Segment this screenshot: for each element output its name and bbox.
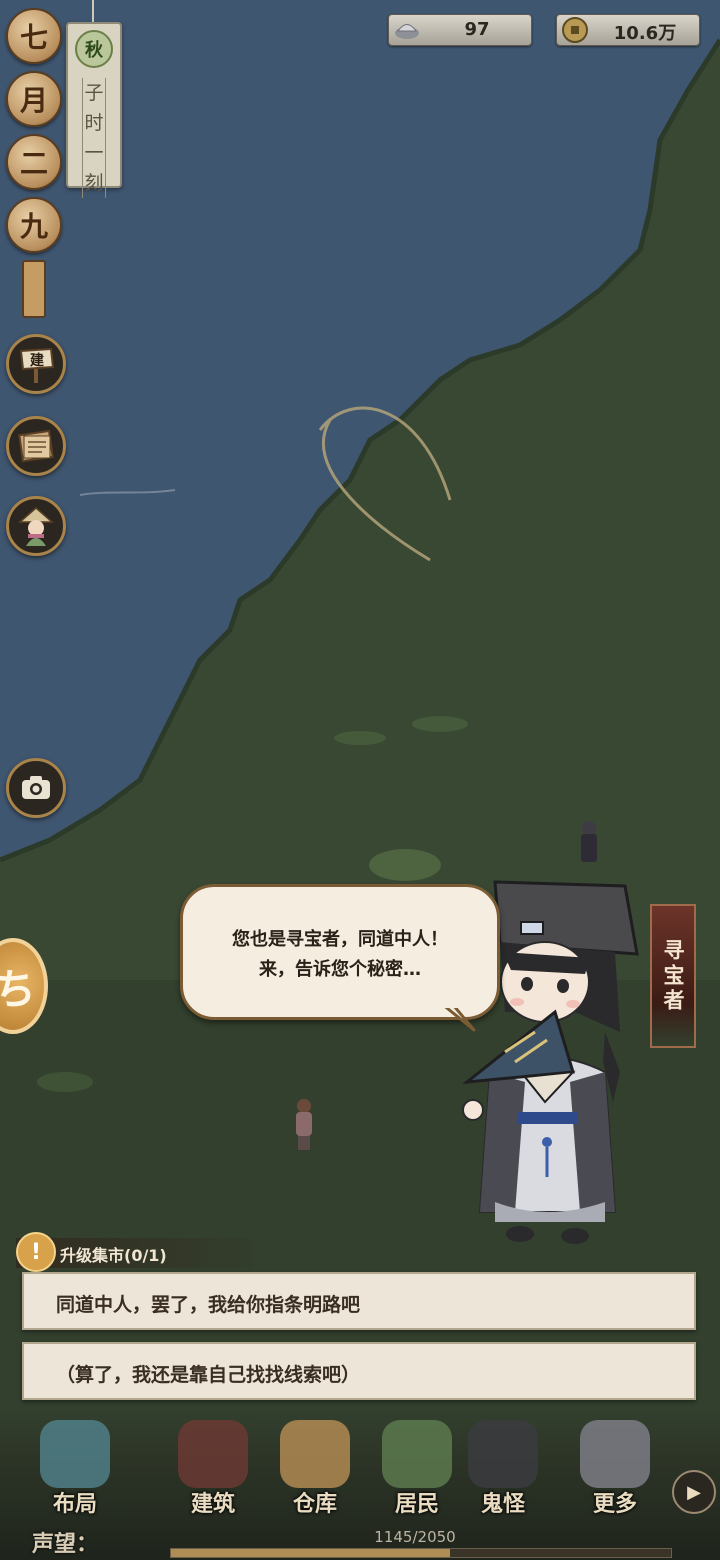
silver-counter[interactable]: 97 — [388, 14, 532, 46]
villager-sprite — [296, 1099, 312, 1150]
date-char: 二 — [6, 134, 62, 190]
quest-label: 升级集市(0/1) — [60, 1246, 167, 1265]
nav-building[interactable]: 建筑 — [166, 1414, 260, 1518]
season-time-card: 秋 子 时 一 刻 — [66, 22, 122, 198]
bush — [334, 731, 386, 745]
nav-residents[interactable]: 居民 — [370, 1414, 464, 1518]
guard-sprite — [581, 821, 597, 862]
gold-action-icon: ち — [0, 964, 36, 1014]
bush — [369, 849, 441, 881]
season-card-string — [92, 0, 94, 24]
silver-value: 97 — [464, 19, 490, 40]
nav-label: 建筑 — [190, 1492, 235, 1517]
time-of-day: 子 时 一 刻 — [82, 78, 106, 198]
date-char: 月 — [6, 71, 62, 127]
build-button[interactable]: 建 — [6, 334, 66, 394]
nav-next-button[interactable]: ▶ — [672, 1470, 716, 1514]
layout-icon — [40, 1420, 110, 1488]
time-char: 一 — [84, 142, 104, 164]
npc-dialog-text: 您也是寻宝者，同道中人！ 来，告诉您个秘密… — [232, 929, 448, 980]
play-arrow-icon: ▶ — [687, 1481, 701, 1503]
build-glyph: 建 — [30, 352, 44, 369]
nav-label: 更多 — [592, 1492, 637, 1517]
nav-more[interactable]: 更多 — [568, 1414, 662, 1518]
npc-name-banner: 寻宝者 — [650, 904, 696, 1048]
time-char: 子 — [84, 82, 104, 104]
build-sign-icon: 建 — [19, 347, 55, 383]
villager-portrait-icon — [18, 507, 54, 546]
scroll-book-icon — [18, 429, 54, 463]
calendar-tassel — [22, 260, 46, 318]
bush — [37, 1072, 93, 1092]
silver-ingot-icon — [395, 24, 419, 39]
camera-button[interactable] — [6, 758, 66, 818]
nav-label: 鬼怪 — [480, 1492, 525, 1517]
copper-coin-icon — [562, 17, 588, 43]
ghost-icon — [468, 1420, 538, 1488]
time-char: 刻 — [84, 172, 104, 194]
camera-icon — [22, 776, 50, 799]
nav-ghosts[interactable]: 鬼怪 — [456, 1414, 550, 1518]
dialog-choice-1[interactable]: 同道中人，罢了，我给你指条明路吧 — [22, 1272, 696, 1330]
date-char: 九 — [6, 197, 62, 253]
season-badge: 秋 — [75, 30, 113, 68]
building-icon — [178, 1420, 248, 1488]
nav-label: 仓库 — [292, 1492, 337, 1517]
exclamation-icon: ! — [16, 1232, 56, 1272]
coin-counter[interactable]: 10.6万 — [556, 14, 700, 46]
reputation-value: 1145/2050 — [374, 1528, 456, 1546]
coin-value: 10.6万 — [613, 23, 677, 44]
nav-warehouse[interactable]: 仓库 — [268, 1414, 362, 1518]
date-char: 七 — [6, 8, 62, 64]
nav-layout[interactable]: 布局 — [28, 1414, 122, 1518]
resident-icon — [382, 1420, 452, 1488]
scroll-button[interactable] — [6, 416, 66, 476]
speech-bubble-tail — [440, 1004, 476, 1032]
quest-tracker[interactable]: ! 升级集市(0/1) — [16, 1232, 254, 1272]
reputation-label: 声望： — [32, 1532, 99, 1557]
date-calendar: 七 月 二 九 — [6, 8, 64, 318]
warehouse-icon — [280, 1420, 350, 1488]
bush — [412, 716, 468, 732]
speech-bubble: 您也是寻宝者，同道中人！ 来，告诉您个秘密… — [180, 884, 500, 1020]
reputation-bar-fill — [171, 1549, 451, 1557]
time-char: 时 — [84, 112, 104, 134]
reputation-bar — [170, 1548, 672, 1558]
nav-label: 布局 — [52, 1492, 97, 1517]
more-icon — [580, 1420, 650, 1488]
character-button[interactable] — [6, 496, 66, 556]
nav-label: 居民 — [394, 1492, 439, 1517]
dialog-choice-2[interactable]: （算了，我还是靠自己找找线索吧） — [22, 1342, 696, 1400]
